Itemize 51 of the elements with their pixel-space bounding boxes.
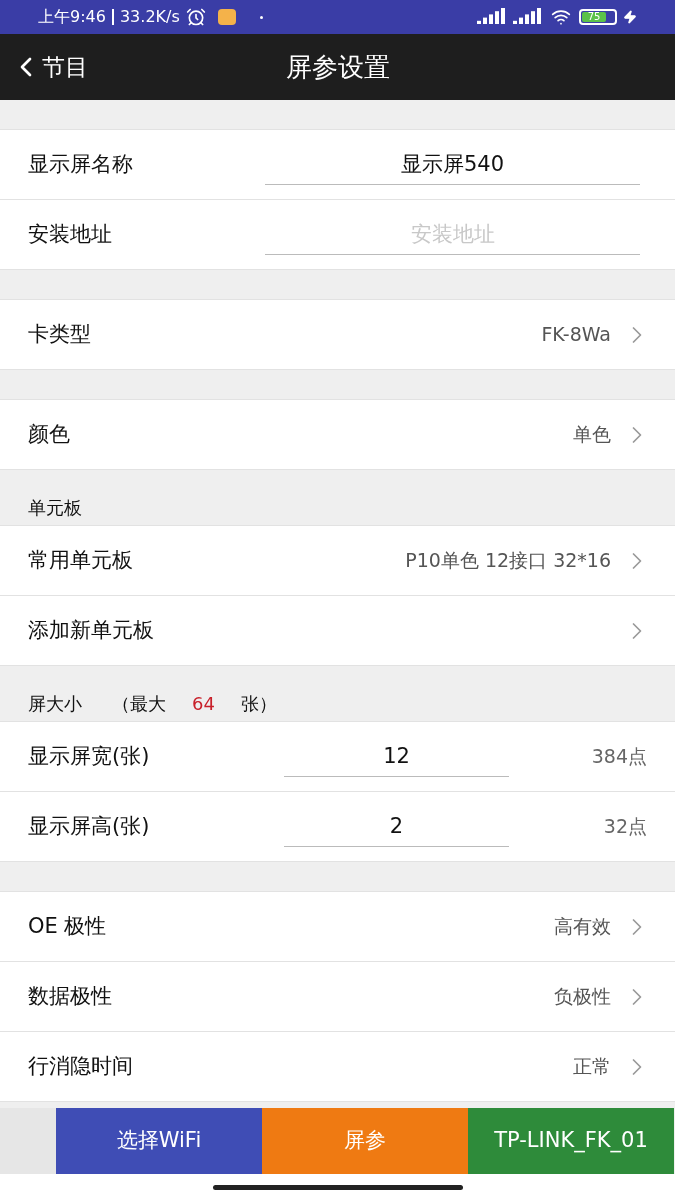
row-value: P10单色 12接口 32*16 <box>405 548 611 574</box>
row-label: 常用单元板 <box>28 546 133 574</box>
row-label: 显示屏名称 <box>28 151 133 176</box>
row-label: 行消隐时间 <box>28 1052 133 1080</box>
row-value: 负极性 <box>554 984 611 1010</box>
settings-row[interactable]: 常用单元板 P10单色 12接口 32*16 <box>0 526 675 596</box>
status-time: 上午9:46 <box>38 6 106 28</box>
number-field[interactable]: 2 <box>284 806 509 847</box>
bottom-button[interactable]: 选择WiFi <box>56 1108 262 1174</box>
row-label: 安装地址 <box>28 221 112 246</box>
settings-row[interactable]: 显示屏宽(张) 12 384点 <box>0 722 675 792</box>
row-label: 添加新单元板 <box>28 616 154 644</box>
settings-row[interactable]: 显示屏名称 显示屏540 <box>0 130 675 200</box>
alarm-icon <box>185 7 206 27</box>
row-label: 颜色 <box>28 420 70 448</box>
network-speed: 33.2K/s <box>119 6 180 28</box>
signal-icon <box>477 8 507 26</box>
status-divider <box>111 9 114 25</box>
number-field[interactable]: 12 <box>284 736 509 777</box>
row-value: 正常 <box>573 1054 611 1080</box>
row-label: 卡类型 <box>28 320 91 348</box>
row-label: 数据极性 <box>28 982 112 1010</box>
row-value: 单色 <box>573 422 611 448</box>
settings-row[interactable]: 卡类型 FK-8Wa <box>0 300 675 370</box>
section-header: 屏大小 <box>28 692 82 716</box>
row-label: 显示屏宽(张) <box>28 743 150 768</box>
row-label: OE 极性 <box>28 912 107 940</box>
text-field[interactable]: 显示屏540 <box>265 144 640 185</box>
wifi-icon <box>549 7 573 27</box>
app-notification-icon <box>217 9 236 25</box>
page-title: 屏参设置 <box>285 50 390 84</box>
bottom-button[interactable]: TP-LINK_FK_01 <box>468 1108 674 1174</box>
row-value: 高有效 <box>554 914 611 940</box>
dot-count: 32点 <box>603 814 647 840</box>
settings-row[interactable]: 添加新单元板 <box>0 596 675 666</box>
dot-count: 384点 <box>591 744 647 770</box>
settings-row[interactable]: 颜色 单色 <box>0 400 675 470</box>
settings-row[interactable]: OE 极性 高有效 <box>0 892 675 962</box>
battery-level: 75 <box>587 12 601 22</box>
settings-row[interactable]: 数据极性 负极性 <box>0 962 675 1032</box>
section-header: 64 <box>192 692 215 716</box>
section-header: 张） <box>240 692 277 716</box>
settings-row[interactable]: 显示屏高(张) 2 32点 <box>0 792 675 862</box>
charging-icon <box>623 9 637 25</box>
back-button[interactable]: 节目 <box>0 49 88 85</box>
settings-row[interactable]: 行消隐时间 正常 <box>0 1032 675 1102</box>
section-header: 单元板 <box>28 496 82 520</box>
signal-icon <box>513 8 543 26</box>
section-header: （最大 <box>112 692 166 716</box>
row-value: FK-8Wa <box>541 322 611 348</box>
row-label: 显示屏高(张) <box>28 813 150 838</box>
